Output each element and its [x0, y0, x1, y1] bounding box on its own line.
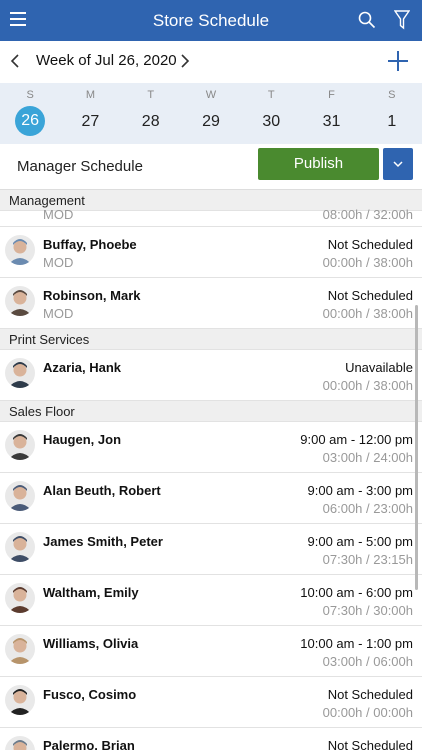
day-number: 31	[322, 113, 341, 130]
hours-summary: 03:00h / 06:00h	[322, 654, 413, 669]
menu-icon[interactable]	[10, 12, 26, 28]
avatar	[5, 736, 35, 750]
shift-status: Unavailable	[345, 360, 413, 375]
day-cell[interactable]: W 29	[181, 83, 241, 144]
list-item[interactable]: Williams, Olivia 10:00 am - 1:00 pm 03:00h…	[0, 626, 422, 677]
shift-status: Not Scheduled	[327, 237, 413, 252]
day-of-week: M	[85, 89, 95, 101]
avatar	[5, 286, 35, 316]
shift-status: 10:00 am - 6:00 pm	[300, 585, 413, 600]
day-of-week: S	[388, 89, 396, 101]
day-of-week: W	[205, 89, 217, 101]
avatar	[5, 481, 35, 511]
employee-name: Azaria, Hank	[43, 360, 122, 375]
employee-role: MOD	[43, 255, 74, 270]
list-item[interactable]: Haugen, Jon 9:00 am - 12:00 pm 03:00h / 24…	[0, 422, 422, 473]
hours-summary: 00:00h / 00:00h	[322, 705, 413, 720]
day-of-week: T	[267, 89, 275, 101]
employee-name: Williams, Olivia	[43, 636, 139, 651]
employee-role: MOD	[43, 207, 74, 222]
avatar	[5, 358, 35, 388]
day-of-week: F	[328, 89, 335, 101]
day-cell[interactable]: T 30	[241, 83, 301, 144]
section-header: Print Services	[0, 329, 422, 350]
avatar	[5, 685, 35, 715]
manager-schedule-bar: Manager Schedule Publish	[0, 144, 422, 190]
hours-summary: 00:00h / 38:00h	[322, 378, 413, 393]
day-number: 1	[387, 113, 397, 130]
employee-name: Palermo, Brian	[43, 738, 135, 750]
day-number: 28	[141, 113, 160, 130]
week-navigator: Week of Jul 26, 2020	[0, 41, 422, 83]
day-cell[interactable]: M 27	[60, 83, 120, 144]
chevron-right-icon[interactable]	[180, 54, 190, 68]
shift-status: 10:00 am - 1:00 pm	[300, 636, 413, 651]
list-item[interactable]: James Smith, Peter 9:00 am - 5:00 pm 07:30…	[0, 524, 422, 575]
hours-summary: 06:00h / 23:00h	[322, 501, 413, 516]
section-header: Sales Floor	[0, 401, 422, 422]
list-item[interactable]: MOD 08:00h / 32:00h	[0, 207, 422, 227]
hours-summary: 07:30h / 23:15h	[322, 552, 413, 567]
day-number: 29	[202, 113, 220, 130]
day-cell[interactable]: S 26	[0, 83, 60, 144]
shift-status: 9:00 am - 12:00 pm	[300, 432, 413, 447]
list-item[interactable]: Buffay, Phoebe MOD Not Scheduled 00:00h / 3…	[0, 227, 422, 278]
employee-name: Buffay, Phoebe	[43, 237, 137, 252]
employee-name: Alan Beuth, Robert	[43, 483, 161, 498]
avatar	[5, 583, 35, 613]
schedule-list[interactable]: Management MOD 08:00h / 32:00h Buffay, Phoe…	[0, 190, 422, 750]
avatar	[5, 634, 35, 664]
hours-summary: 03:00h / 24:00h	[322, 450, 413, 465]
publish-button[interactable]: Publish	[258, 148, 379, 180]
day-strip: S 26 M 27 T 28 W 29 T 30 F 31 S 1	[0, 83, 422, 144]
employee-name: Waltham, Emily	[43, 585, 139, 600]
day-of-week: T	[147, 89, 155, 101]
employee-name: James Smith, Peter	[43, 534, 163, 549]
chevron-down-icon	[393, 161, 403, 168]
employee-role: MOD	[43, 306, 74, 321]
list-item[interactable]: Robinson, Mark MOD Not Scheduled 00:00h / 3…	[0, 278, 422, 329]
shift-status: 9:00 am - 5:00 pm	[307, 534, 414, 549]
list-item[interactable]: Alan Beuth, Robert 9:00 am - 3:00 pm 06:00…	[0, 473, 422, 524]
hours-summary: 07:30h / 30:00h	[322, 603, 413, 618]
avatar	[5, 235, 35, 265]
shift-status: Not Scheduled	[327, 738, 413, 750]
top-bar: Store Schedule	[0, 0, 422, 41]
list-item[interactable]: Azaria, Hank Unavailable 00:00h / 38:00h	[0, 350, 422, 401]
day-of-week: S	[26, 89, 34, 101]
manager-schedule-title: Manager Schedule	[17, 158, 143, 175]
day-cell[interactable]: F 31	[301, 83, 361, 144]
list-item[interactable]: Waltham, Emily 10:00 am - 6:00 pm 07:30h /…	[0, 575, 422, 626]
publish-options-button[interactable]	[383, 148, 413, 180]
list-item[interactable]: Fusco, Cosimo Not Scheduled 00:00h / 00:00…	[0, 677, 422, 728]
chevron-left-icon[interactable]	[10, 54, 20, 68]
filter-icon[interactable]	[394, 10, 410, 30]
day-number: 30	[262, 113, 281, 130]
shift-status: Not Scheduled	[327, 687, 413, 702]
shift-status: Not Scheduled	[327, 288, 413, 303]
day-number: 26	[15, 106, 46, 136]
week-label: Week of Jul 26, 2020	[36, 52, 177, 69]
day-cell[interactable]: T 28	[121, 83, 181, 144]
hours-summary: 00:00h / 38:00h	[322, 255, 413, 270]
hours-summary: 00:00h / 38:00h	[322, 306, 413, 321]
employee-name: Robinson, Mark	[43, 288, 141, 303]
scrollbar[interactable]	[415, 305, 418, 590]
search-icon[interactable]	[358, 11, 376, 29]
avatar	[5, 532, 35, 562]
hours-summary: 08:00h / 32:00h	[322, 207, 413, 222]
day-number: 27	[81, 113, 100, 130]
employee-name: Haugen, Jon	[43, 432, 122, 447]
shift-status: 9:00 am - 3:00 pm	[307, 483, 414, 498]
avatar	[5, 430, 35, 460]
day-cell[interactable]: S1	[362, 83, 422, 144]
list-item[interactable]: Palermo, Brian Not Scheduled	[0, 728, 422, 750]
add-icon[interactable]	[388, 51, 408, 71]
employee-name: Fusco, Cosimo	[43, 687, 137, 702]
